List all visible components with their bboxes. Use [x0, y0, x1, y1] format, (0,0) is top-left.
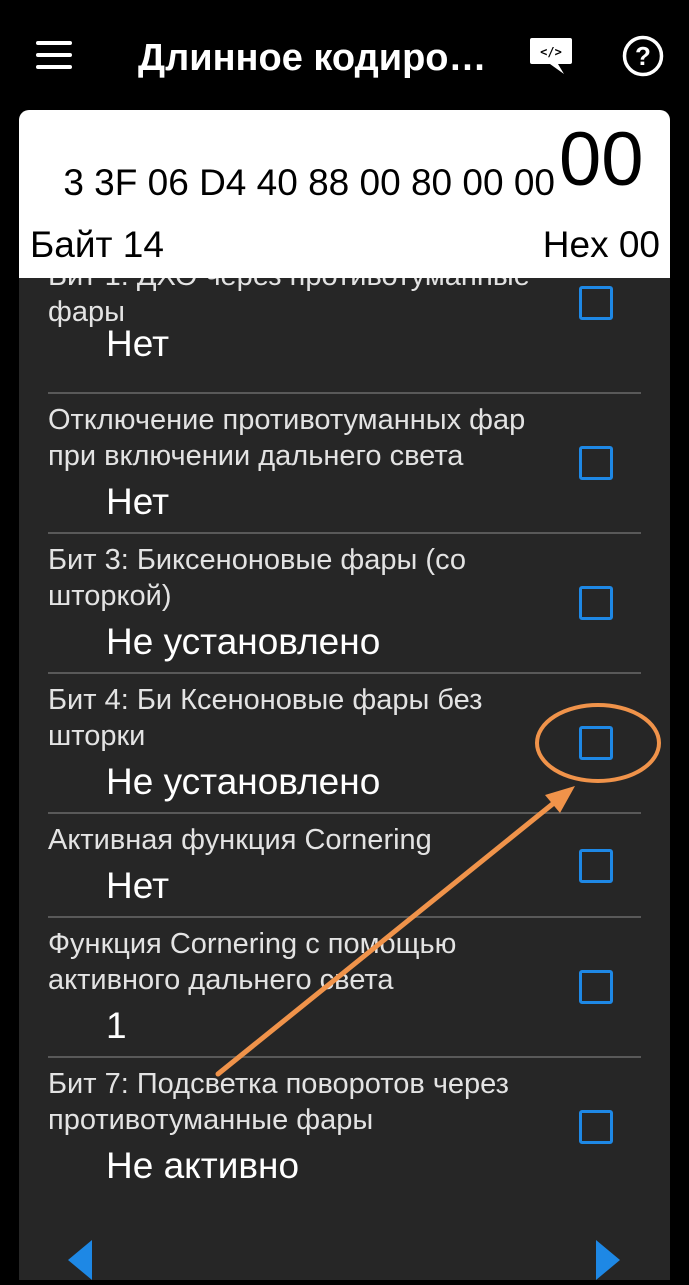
list-item[interactable]: Активная функция Cornering Нет	[48, 814, 641, 918]
list-item[interactable]: Функция Cornering с помощью активного да…	[48, 918, 641, 1058]
next-arrow-icon[interactable]	[594, 1240, 620, 1285]
item-label: Функция Cornering с помощью активного да…	[48, 928, 457, 996]
list-item[interactable]: Бит 1: ДХО через противотуманные фары Не…	[48, 278, 641, 394]
checkbox[interactable]	[579, 586, 613, 620]
item-label: Отключение противотуманных фар при включ…	[48, 404, 526, 472]
item-label: Бит 4: Би Ксеноновые фары без шторки	[48, 684, 483, 752]
list-item[interactable]: Бит 3: Биксеноновые фары (со шторкой) Не…	[48, 534, 641, 674]
top-app-bar: Длинное кодиро… </> ?	[0, 0, 689, 110]
checkbox[interactable]	[579, 286, 613, 320]
menu-icon[interactable]	[36, 41, 72, 69]
svg-text:</>: </>	[540, 45, 562, 59]
page-title: Длинное кодиро…	[138, 37, 487, 79]
checkbox[interactable]	[579, 446, 613, 480]
item-value: Нет	[106, 323, 170, 364]
hex-panel: 3 3F 06 D4 40 88 00 80 00 00 00 Байт 14 …	[19, 110, 670, 278]
item-value: 1	[106, 1005, 127, 1046]
item-value: Не установлено	[106, 621, 381, 662]
code-chat-icon[interactable]: </>	[528, 36, 574, 76]
previous-arrow-icon[interactable]	[68, 1240, 94, 1285]
checkbox[interactable]	[579, 1110, 613, 1144]
list-item[interactable]: Отключение противотуманных фар при включ…	[48, 394, 641, 534]
byte-label: Байт 14	[30, 224, 164, 265]
item-label: Бит 7: Подсветка поворотов через противо…	[48, 1068, 509, 1136]
svg-text:?: ?	[635, 41, 651, 71]
item-value: Нет	[106, 865, 170, 906]
checkbox[interactable]	[579, 849, 613, 883]
hex-bytes-row: 3 3F 06 D4 40 88 00 80 00 00	[63, 162, 555, 203]
item-value: Не установлено	[106, 761, 381, 802]
help-icon[interactable]: ?	[622, 35, 664, 77]
item-value: Не активно	[106, 1145, 300, 1186]
item-label: Бит 3: Биксеноновые фары (со шторкой)	[48, 544, 467, 612]
list-item[interactable]: Бит 7: Подсветка поворотов через противо…	[48, 1058, 641, 1196]
bit-settings-list: Бит 1: ДХО через противотуманные фары Не…	[19, 278, 670, 1280]
item-value: Нет	[106, 481, 170, 522]
checkbox[interactable]	[579, 970, 613, 1004]
checkbox[interactable]	[579, 726, 613, 760]
item-label: Активная функция Cornering	[48, 824, 432, 856]
list-item[interactable]: Бит 4: Би Ксеноновые фары без шторки Не …	[48, 674, 641, 814]
hex-value-label: Hex 00	[542, 224, 660, 265]
current-byte-value: 00	[559, 117, 644, 202]
